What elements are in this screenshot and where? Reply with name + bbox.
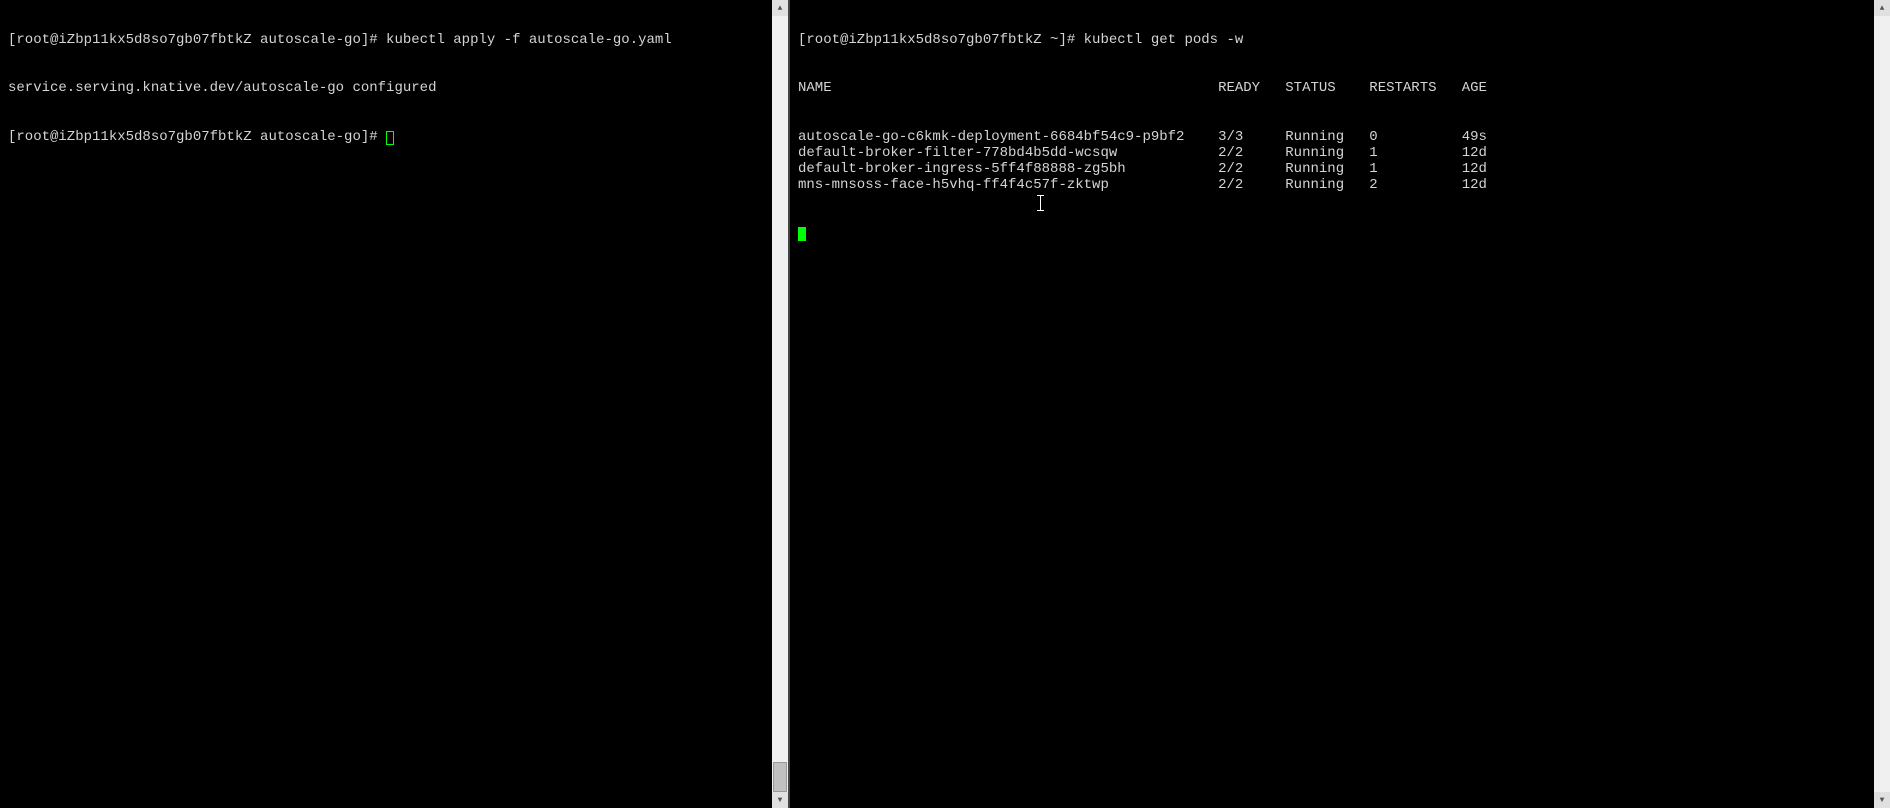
col-name: NAME READY STATUS RESTARTS AGE [798,80,1487,96]
cursor-icon [386,131,394,145]
scroll-thumb[interactable] [773,762,787,792]
terminal-right-pane[interactable]: [root@iZbp11kx5d8so7gb07fbtkZ ~]# kubect… [790,0,1890,808]
scrollbar-right[interactable]: ▲ ▼ [1874,0,1890,808]
table-row: default-broker-filter-778bd4b5dd-wcsqw 2… [798,145,1882,161]
scroll-down-arrow-icon[interactable]: ▼ [772,792,788,808]
scroll-up-arrow-icon[interactable]: ▲ [772,0,788,16]
table-row: mns-mnsoss-face-h5vhq-ff4f4c57f-zktwp 2/… [798,177,1882,193]
terminal-output-line: [root@iZbp11kx5d8so7gb07fbtkZ autoscale-… [8,32,780,48]
cursor-icon [798,227,806,241]
scroll-up-arrow-icon[interactable]: ▲ [1874,0,1890,16]
terminal-output-line: service.serving.knative.dev/autoscale-go… [8,80,780,96]
scroll-down-arrow-icon[interactable]: ▼ [1874,792,1890,808]
table-row: default-broker-ingress-5ff4f88888-zg5bh … [798,161,1882,177]
table-row: autoscale-go-c6kmk-deployment-6684bf54c9… [798,129,1882,145]
terminal-cursor-line [798,225,1882,241]
scroll-track[interactable] [772,16,788,792]
terminal-prompt-line: [root@iZbp11kx5d8so7gb07fbtkZ autoscale-… [8,129,780,145]
terminal-right-content[interactable]: [root@iZbp11kx5d8so7gb07fbtkZ ~]# kubect… [790,0,1890,274]
scrollbar-left[interactable]: ▲ ▼ [772,0,788,808]
terminal-left-content[interactable]: [root@iZbp11kx5d8so7gb07fbtkZ autoscale-… [0,0,788,177]
terminal-prompt-line: [root@iZbp11kx5d8so7gb07fbtkZ ~]# kubect… [798,32,1882,48]
scroll-track[interactable] [1874,16,1890,792]
table-header-row: NAME READY STATUS RESTARTS AGE [798,80,1882,96]
terminal-prompt: [root@iZbp11kx5d8so7gb07fbtkZ autoscale-… [8,129,386,145]
terminal-left-pane[interactable]: [root@iZbp11kx5d8so7gb07fbtkZ autoscale-… [0,0,790,808]
text-cursor-icon [1040,195,1041,211]
